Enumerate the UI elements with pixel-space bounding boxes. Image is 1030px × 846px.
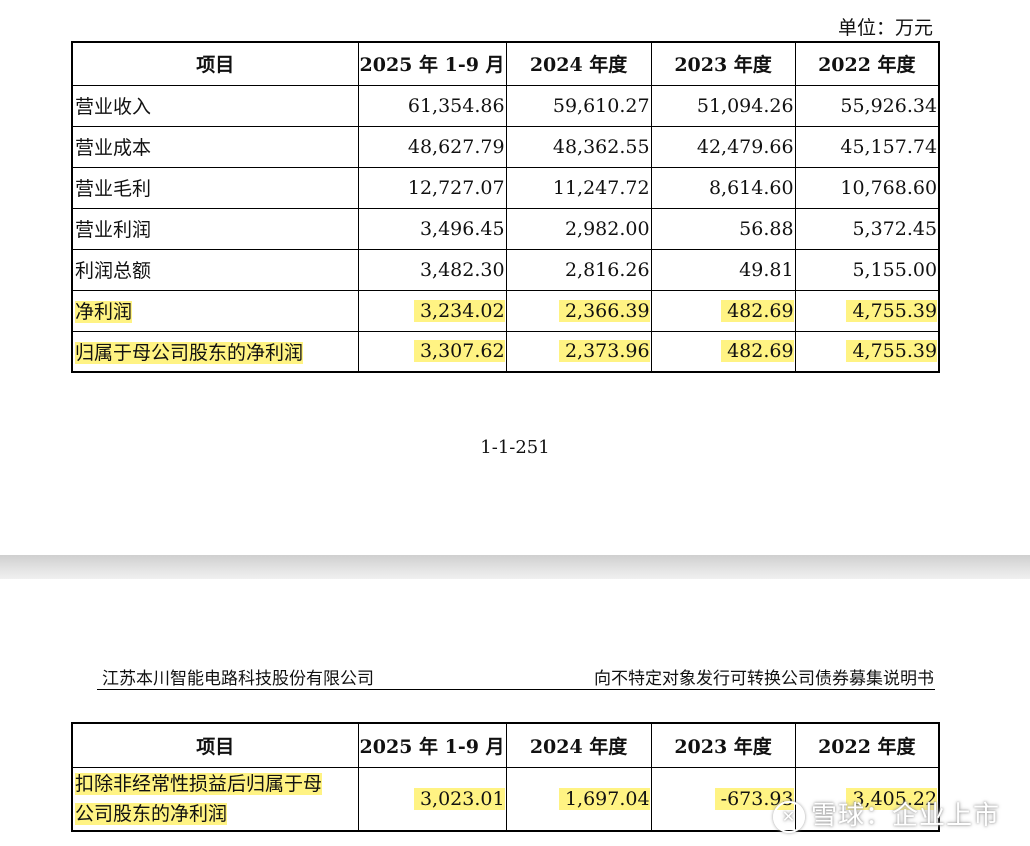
column-header-2025q3: 2025 年 1-9 月	[357, 722, 507, 768]
cell-value: 5,155.00	[794, 248, 940, 291]
table-row-highlighted: 净利润 3,234.02 2,366.39 482.69 4,755.39	[71, 289, 940, 332]
page-separator	[0, 555, 1030, 579]
cell-value: 61,354.86	[357, 84, 507, 127]
row-label: 归属于母公司股东的净利润	[75, 341, 304, 364]
cell-value: 2,373.96	[558, 340, 650, 363]
page-header-document-title: 向不特定对象发行可转换公司债券募集说明书	[594, 669, 934, 689]
cell-value: 59,610.27	[505, 84, 652, 127]
cell-value: 2,816.26	[505, 248, 652, 291]
cell-value: 3,023.01	[413, 787, 505, 810]
row-label: 营业成本	[71, 125, 359, 168]
unit-label: 单位：万元	[837, 17, 933, 39]
table-row: 营业利润 3,496.45 2,982.00 56.88 5,372.45	[71, 207, 940, 250]
cell-value: 482.69	[721, 299, 794, 322]
cell-value: 1,697.04	[558, 787, 650, 810]
watermark-text: 雪球：企业上市	[810, 801, 1000, 831]
cell-value: 49.81	[650, 248, 796, 291]
table-row: 利润总额 3,482.30 2,816.26 49.81 5,155.00	[71, 248, 940, 291]
column-header-2024: 2024 年度	[505, 722, 652, 768]
row-label: 净利润	[75, 301, 133, 323]
cell-value: 12,727.07	[357, 166, 507, 209]
cell-value: 482.69	[721, 340, 794, 363]
page-header-company: 江苏本川智能电路科技股份有限公司	[102, 669, 374, 689]
cell-value: 3,307.62	[413, 340, 505, 363]
income-table: 项目 2025 年 1-9 月 2024 年度 2023 年度 2022 年度 …	[71, 41, 941, 373]
cell-value: 3,234.02	[413, 299, 505, 322]
cell-value: 45,157.74	[794, 125, 940, 168]
watermark: ✕ 雪球：企业上市	[772, 795, 1000, 833]
column-header-2022: 2022 年度	[794, 722, 940, 768]
table-row-highlighted: 归属于母公司股东的净利润 3,307.62 2,373.96 482.69 4,…	[71, 330, 940, 373]
cell-value: 2,366.39	[558, 299, 650, 322]
table-header-row: 项目 2025 年 1-9 月 2024 年度 2023 年度 2022 年度	[71, 722, 940, 768]
cell-value: 48,362.55	[505, 125, 652, 168]
column-header-item: 项目	[71, 722, 359, 768]
cell-value: 4,755.39	[846, 299, 938, 322]
header-divider	[97, 689, 935, 690]
snowball-logo-icon: ✕	[772, 800, 805, 833]
cell-value: 5,372.45	[794, 207, 940, 250]
row-label-line-2: 公司股东的净利润	[75, 802, 228, 825]
column-header-2023: 2023 年度	[650, 41, 796, 86]
column-header-2024: 2024 年度	[505, 41, 652, 86]
cell-value: 56.88	[650, 207, 796, 250]
column-header-2025q3: 2025 年 1-9 月	[357, 41, 507, 86]
page-number: 1-1-251	[480, 437, 550, 458]
column-header-item: 项目	[71, 41, 359, 86]
table-row: 营业收入 61,354.86 59,610.27 51,094.26 55,92…	[71, 84, 940, 127]
column-header-2022: 2022 年度	[794, 41, 940, 86]
row-label: 营业利润	[71, 207, 359, 250]
table-row: 营业毛利 12,727.07 11,247.72 8,614.60 10,768…	[71, 166, 940, 209]
cell-value: 11,247.72	[505, 166, 652, 209]
row-label: 营业毛利	[71, 166, 359, 209]
cell-value: 55,926.34	[794, 84, 940, 127]
cell-value: 48,627.79	[357, 125, 507, 168]
row-label-line-1: 扣除非经常性损益后归属于母	[75, 772, 323, 795]
table-row: 营业成本 48,627.79 48,362.55 42,479.66 45,15…	[71, 125, 940, 168]
table-header-row: 项目 2025 年 1-9 月 2024 年度 2023 年度 2022 年度	[71, 41, 940, 86]
cell-value: 51,094.26	[650, 84, 796, 127]
row-label: 利润总额	[71, 248, 359, 291]
cell-value: 4,755.39	[846, 340, 938, 363]
row-label: 营业收入	[71, 84, 359, 127]
document-page-upper: 单位：万元 项目 2025 年 1-9 月 2024 年度 2023 年度 20…	[0, 0, 1030, 555]
cell-value: 2,982.00	[505, 207, 652, 250]
cell-value: 10,768.60	[794, 166, 940, 209]
cell-value: 42,479.66	[650, 125, 796, 168]
cell-value: 3,482.30	[357, 248, 507, 291]
cell-value: 8,614.60	[650, 166, 796, 209]
column-header-2023: 2023 年度	[650, 722, 796, 768]
cell-value: 3,496.45	[357, 207, 507, 250]
